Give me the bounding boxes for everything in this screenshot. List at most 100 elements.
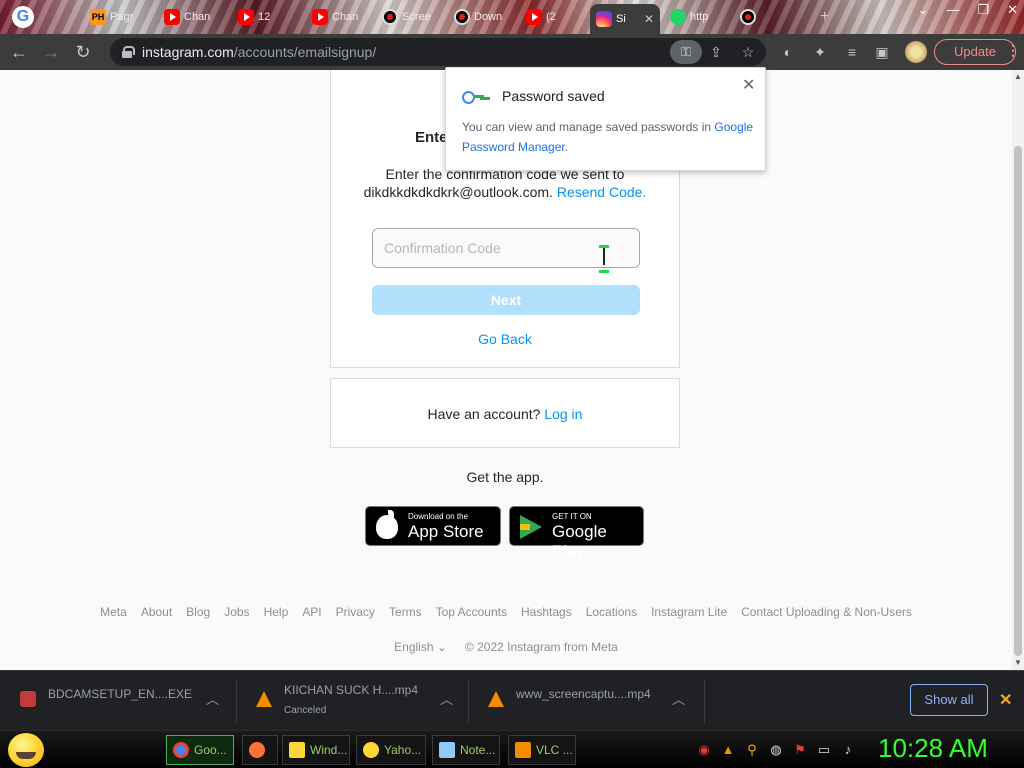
chevron-up-icon[interactable]: ︿	[440, 689, 453, 708]
tab-3[interactable]: 12	[232, 4, 302, 30]
close-window-icon[interactable]: ✕	[1007, 2, 1018, 18]
search-tray-icon[interactable]: ⚲	[744, 742, 760, 758]
folder-icon	[289, 742, 305, 758]
side-panel-icon[interactable]: ▣	[872, 42, 892, 62]
confirmation-code-field[interactable]	[372, 228, 640, 273]
next-button[interactable]: Next	[372, 285, 640, 315]
taskbar-notepad[interactable]: Note...	[432, 735, 500, 765]
tab-5[interactable]: Scree	[376, 4, 446, 30]
footer-link-privacy[interactable]: Privacy	[336, 605, 375, 619]
google-password-manager-link[interactable]: Google	[714, 120, 753, 134]
taskbar-vlc[interactable]: VLC ...	[508, 735, 576, 765]
address-bar[interactable]: instagram.com/accounts/emailsignup/ ⚿ ⇪ …	[110, 38, 766, 66]
tab-10[interactable]	[734, 4, 804, 30]
chevron-up-icon[interactable]: ︿	[206, 689, 219, 708]
tab-1[interactable]: PH Pagr	[84, 4, 154, 30]
tab-2[interactable]: Chan	[158, 4, 228, 30]
log-in-link[interactable]: Log in	[544, 406, 582, 422]
google-icon[interactable]: G	[12, 6, 34, 28]
tab-search-icon[interactable]: ⌄	[918, 2, 929, 18]
download-item-bdcam[interactable]: BDCAMSETUP_EN....EXE ︿	[0, 671, 236, 731]
download-status: Canceled	[284, 705, 327, 716]
start-button[interactable]	[8, 733, 44, 767]
tab-label: Pagr	[110, 11, 134, 23]
app-store-badge[interactable]: Download on the App Store	[365, 506, 501, 546]
tab-4[interactable]: Chan	[306, 4, 376, 30]
record-icon	[382, 9, 398, 25]
tab-7[interactable]: (2	[520, 4, 590, 30]
footer-link-jobs[interactable]: Jobs	[224, 605, 249, 619]
close-icon[interactable]: ✕	[999, 690, 1012, 710]
resend-code-link[interactable]: Resend Code.	[557, 184, 647, 200]
footer-link-hashtags[interactable]: Hashtags	[521, 605, 572, 619]
flag-tray-icon[interactable]: ⚑	[792, 742, 808, 758]
footer-link-top-accounts[interactable]: Top Accounts	[436, 605, 507, 619]
footer-link-about[interactable]: About	[141, 605, 172, 619]
extension-flag-icon[interactable]: ◐	[778, 42, 798, 62]
tab-9[interactable]: http	[664, 4, 734, 30]
network-tray-icon[interactable]: ▭	[816, 742, 832, 758]
page-heading: Ente	[415, 129, 448, 146]
close-tab-icon[interactable]: ✕	[644, 12, 654, 26]
tab-6[interactable]: Down	[448, 4, 518, 30]
password-manager-link[interactable]: Password Manager	[462, 140, 565, 154]
update-button[interactable]: Update	[934, 39, 1016, 65]
window-controls: ⌄ — ❐ ✕	[918, 2, 1018, 18]
taskbar-label: Note...	[460, 743, 496, 757]
download-item-kiichan[interactable]: KIICHAN SUCK H....mp4 Canceled ︿	[236, 671, 468, 731]
email-address: dikdkkdkdkdkrk@outlook.com.	[363, 184, 553, 200]
language-select[interactable]: English ⌄	[394, 640, 447, 654]
firefox-icon	[249, 742, 265, 758]
puzzle-extensions-icon[interactable]: ✦	[810, 42, 830, 62]
restore-icon[interactable]: ❐	[977, 2, 989, 18]
url-text[interactable]: instagram.com/accounts/emailsignup/	[142, 44, 376, 60]
vlc-cone-icon	[256, 691, 272, 707]
page-scrollbar[interactable]: ▲ ▼	[1012, 70, 1024, 670]
new-tab-button[interactable]: +	[814, 4, 838, 30]
footer-link-help[interactable]: Help	[264, 605, 289, 619]
instagram-icon	[596, 11, 612, 27]
menu-kebab-icon[interactable]: ⋮	[1006, 42, 1020, 59]
bookmark-star-icon[interactable]: ☆	[738, 42, 758, 62]
download-filename: BDCAMSETUP_EN....EXE	[48, 687, 193, 701]
footer-link-locations[interactable]: Locations	[586, 605, 637, 619]
taskbar-yahoo[interactable]: Yaho...	[356, 735, 426, 765]
download-item-screencapture[interactable]: www_screencaptu....mp4 ︿	[468, 671, 704, 731]
lock-icon[interactable]	[122, 46, 135, 58]
popup-body: You can view and manage saved passwords …	[462, 117, 754, 157]
chevron-down-icon: ⌄	[436, 640, 447, 654]
scrollbar-thumb[interactable]	[1014, 146, 1022, 656]
chevron-up-icon[interactable]: ︿	[672, 689, 685, 708]
volume-tray-icon[interactable]: ♪	[840, 742, 856, 758]
taskbar-firefox[interactable]	[242, 735, 278, 765]
close-icon[interactable]: ✕	[742, 75, 755, 95]
taskbar-chrome[interactable]: Goo...	[166, 735, 234, 765]
footer-link-instagram-lite[interactable]: Instagram Lite	[651, 605, 727, 619]
reload-icon[interactable]: ↻	[70, 39, 96, 65]
taskbar-windows-explorer[interactable]: Wind...	[282, 735, 350, 765]
smiley-icon	[363, 742, 379, 758]
record-tray-icon[interactable]: ◉	[696, 742, 712, 758]
footer-link-contact-uploading[interactable]: Contact Uploading & Non-Users	[741, 605, 912, 619]
forward-arrow-icon[interactable]: →	[38, 39, 64, 65]
media-queue-icon[interactable]: ≡	[842, 42, 862, 62]
vlc-tray-icon[interactable]: ▲	[720, 742, 736, 758]
footer-link-blog[interactable]: Blog	[186, 605, 210, 619]
footer-link-terms[interactable]: Terms	[389, 605, 422, 619]
messenger-tray-icon[interactable]: ◍	[768, 742, 784, 758]
taskbar-clock[interactable]: 10:28 AM	[878, 733, 988, 764]
scroll-down-icon[interactable]: ▼	[1014, 658, 1022, 667]
footer-link-api[interactable]: API	[302, 605, 321, 619]
share-icon[interactable]: ⇪	[706, 42, 726, 62]
go-back-link[interactable]: Go Back	[331, 331, 679, 347]
show-all-button[interactable]: Show all	[910, 684, 988, 716]
profile-avatar[interactable]	[905, 41, 927, 63]
record-icon	[740, 9, 756, 25]
scroll-up-icon[interactable]: ▲	[1014, 72, 1022, 81]
back-arrow-icon[interactable]: ←	[6, 39, 32, 65]
tab-instagram-active[interactable]: Si ✕	[590, 4, 660, 34]
minimize-icon[interactable]: —	[946, 2, 959, 18]
google-play-badge[interactable]: GET IT ON Google Play	[509, 506, 644, 561]
footer-link-meta[interactable]: Meta	[100, 605, 127, 619]
key-icon[interactable]: ⚿	[670, 40, 702, 64]
